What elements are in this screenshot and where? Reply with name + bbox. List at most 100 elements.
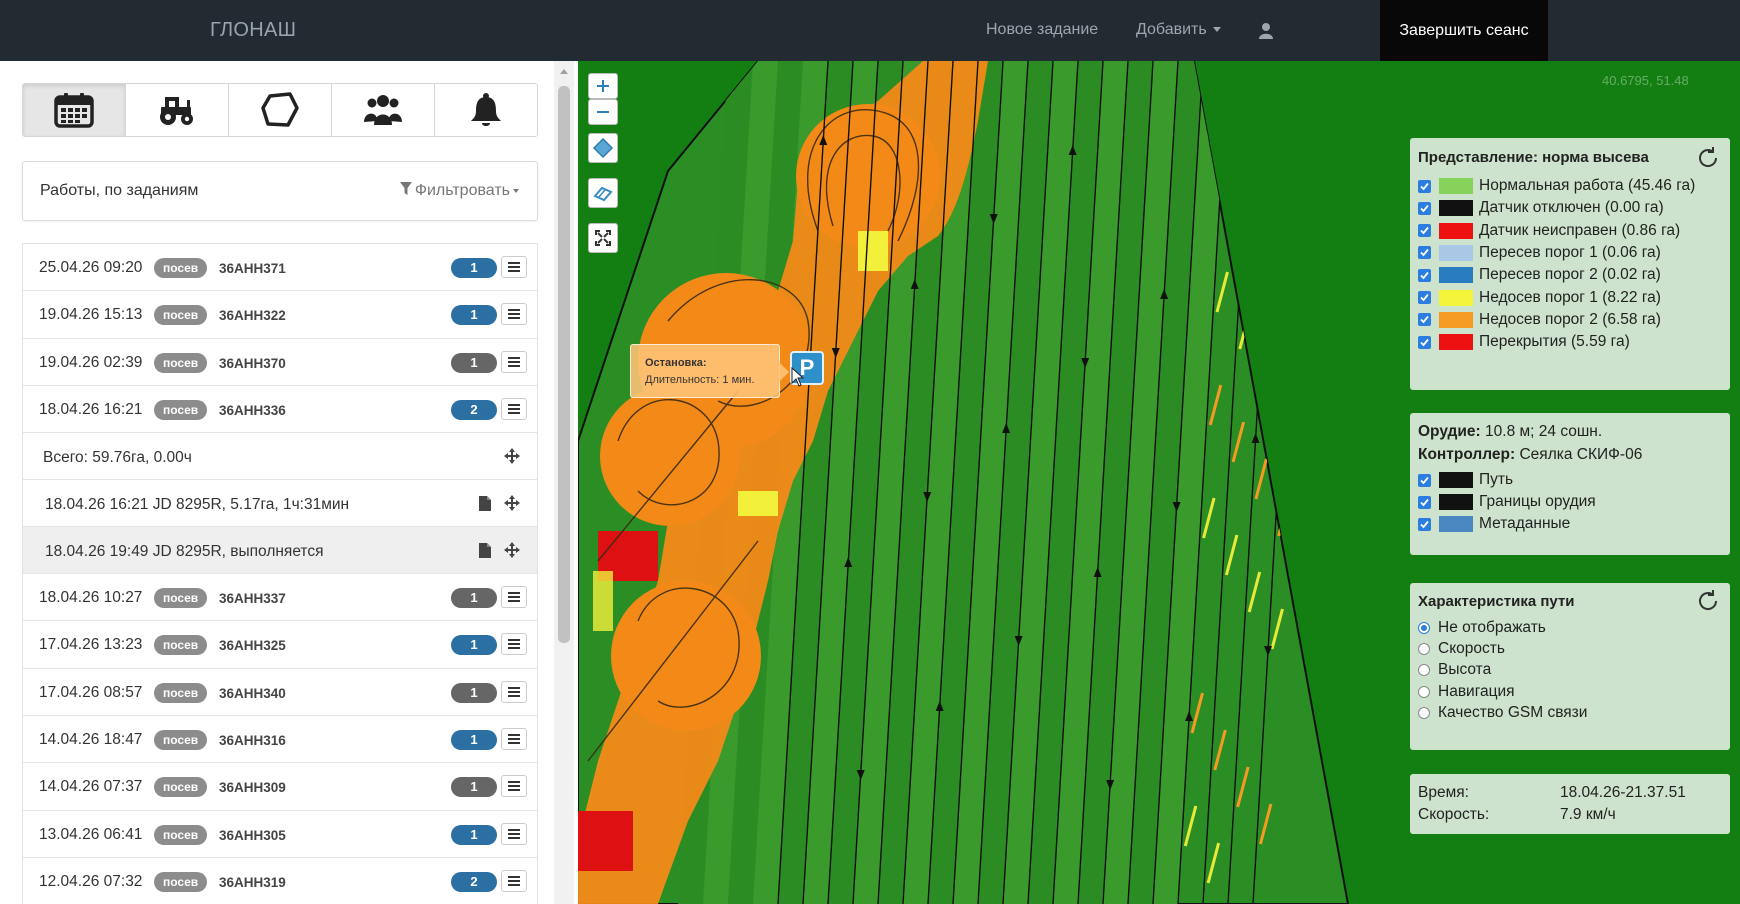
tab-notifications[interactable] (435, 84, 537, 136)
legend-item[interactable]: Недосев порог 2 (6.58 га) (1418, 309, 1661, 331)
session-row[interactable]: 18.04.26 16:21 JD 8295R, 5.17га, 1ч:31ми… (23, 480, 537, 528)
new-task-link[interactable]: Новое задание (986, 21, 1098, 39)
row-menu-button[interactable] (501, 775, 527, 798)
menu-icon (508, 875, 520, 886)
scroll-thumb[interactable] (558, 86, 570, 643)
plus-icon (597, 80, 609, 92)
work-row[interactable]: 18.04.26 10:27 посев 36АНН337 1 (23, 574, 537, 622)
user-icon[interactable] (1258, 22, 1274, 45)
filter-button[interactable]: Фильтровать (399, 182, 519, 200)
move-icon (504, 448, 520, 465)
row-menu-button[interactable] (501, 869, 527, 892)
legend-checkbox[interactable] (1418, 335, 1431, 349)
path-option[interactable]: Высота (1418, 659, 1491, 681)
row-menu-button[interactable] (501, 350, 527, 373)
work-code: 36АНН340 (219, 685, 286, 701)
work-row[interactable]: 13.04.26 06:41 посев 36АНН305 1 (23, 810, 537, 858)
legend-refresh-button[interactable] (1696, 146, 1720, 175)
work-date: 17.04.26 08:57 (39, 683, 143, 701)
row-menu-button[interactable] (501, 633, 527, 656)
legend-item[interactable]: Нормальная работа (45.46 га) (1418, 175, 1695, 197)
layer-checkbox[interactable] (1418, 517, 1431, 531)
legend-swatch (1439, 222, 1473, 239)
row-menu-button[interactable] (501, 586, 527, 609)
row-menu-button[interactable] (501, 680, 527, 703)
work-code: 36АНН322 (219, 308, 286, 324)
row-menu-button[interactable] (501, 303, 527, 326)
session-row[interactable]: 18.04.26 19:49 JD 8295R, выполняется (23, 527, 537, 575)
legend-item[interactable]: Перекрытия (5.59 га) (1418, 331, 1630, 353)
work-row[interactable]: 19.04.26 15:13 посев 36АНН322 1 (23, 291, 537, 339)
path-radio[interactable] (1418, 685, 1430, 698)
work-row[interactable]: 14.04.26 18:47 посев 36АНН316 1 (23, 716, 537, 764)
legend-item[interactable]: Датчик отключен (0.00 га) (1418, 197, 1664, 219)
legend-checkbox[interactable] (1418, 179, 1431, 193)
legend-checkbox[interactable] (1418, 224, 1431, 238)
tab-fields[interactable] (229, 84, 332, 136)
path-option[interactable]: Качество GSM связи (1418, 702, 1587, 724)
legend-item[interactable]: Датчик неисправен (0.86 га) (1418, 220, 1680, 242)
legend-checkbox[interactable] (1418, 268, 1431, 282)
path-radio[interactable] (1418, 643, 1430, 656)
sidebar-scrollbar[interactable] (554, 61, 574, 904)
work-count-badge: 1 (451, 258, 497, 278)
zoom-out-button[interactable] (588, 99, 618, 125)
tab-vehicles[interactable] (126, 84, 229, 136)
menu-icon (508, 403, 520, 414)
work-row[interactable]: 14.04.26 07:37 посев 36АНН309 1 (23, 763, 537, 811)
tool-layer-item[interactable]: Путь (1418, 469, 1513, 491)
path-radio[interactable] (1418, 664, 1430, 677)
layers-button[interactable] (588, 133, 618, 163)
path-radio[interactable] (1418, 706, 1430, 719)
tool-layer-item[interactable]: Метаданные (1418, 513, 1570, 535)
map-view[interactable]: 40.6795, 51.48 Остановка: Длительность: … (578, 61, 1740, 904)
tab-users[interactable] (332, 84, 435, 136)
row-menu-button[interactable] (501, 256, 527, 278)
layer-checkbox[interactable] (1418, 495, 1431, 509)
session-report-button[interactable] (479, 496, 491, 516)
work-row[interactable]: 12.04.26 07:32 посев 36АНН319 2 (23, 857, 537, 904)
legend-item[interactable]: Недосев порог 1 (8.22 га) (1418, 287, 1661, 309)
legend-checkbox[interactable] (1418, 313, 1431, 327)
work-row[interactable]: 25.04.26 09:20 посев 36АНН371 1 (23, 244, 537, 292)
legend-panel: Представление: норма высева Нормальная р… (1410, 138, 1730, 390)
logout-button[interactable]: Завершить сеанс (1380, 0, 1548, 61)
zoom-in-button[interactable] (588, 73, 618, 99)
tab-calendar[interactable] (23, 84, 126, 136)
legend-label: Датчик неисправен (0.86 га) (1479, 221, 1681, 239)
satellite-button[interactable] (588, 178, 618, 208)
work-type-badge: посев (154, 352, 208, 373)
legend-swatch (1439, 267, 1473, 284)
expanded-total: Всего: 59.76га, 0.00ч (43, 449, 192, 467)
layer-label: Путь (1479, 471, 1514, 488)
scroll-up-arrow-icon[interactable] (560, 69, 568, 74)
filter-panel: Работы, по заданиям Фильтровать (22, 161, 538, 221)
work-row[interactable]: 19.04.26 02:39 посев 36АНН370 1 (23, 338, 537, 386)
legend-item[interactable]: Пересев порог 2 (0.02 га) (1418, 264, 1661, 286)
session-report-button[interactable] (479, 543, 491, 563)
fullscreen-icon (595, 230, 611, 246)
add-dropdown[interactable]: Добавить (1136, 21, 1221, 39)
path-refresh-button[interactable] (1696, 589, 1720, 618)
legend-item[interactable]: Пересев порог 1 (0.06 га) (1418, 242, 1661, 264)
legend-checkbox[interactable] (1418, 246, 1431, 260)
tool-layer-item[interactable]: Границы орудия (1418, 491, 1596, 513)
legend-checkbox[interactable] (1418, 291, 1431, 304)
work-row[interactable]: 18.04.26 16:21 посев 36АНН336 2 (23, 385, 537, 434)
session-move-button[interactable] (504, 542, 520, 563)
work-row[interactable]: 17.04.26 08:57 посев 36АНН340 1 (23, 668, 537, 717)
row-menu-button[interactable] (501, 728, 527, 751)
legend-checkbox[interactable] (1418, 201, 1431, 215)
layer-checkbox[interactable] (1418, 473, 1431, 487)
brand-logo[interactable]: ГЛОНАШ (210, 19, 296, 42)
path-radio[interactable] (1418, 622, 1430, 634)
work-row[interactable]: 17.04.26 13:23 посев 36АНН325 1 (23, 621, 537, 669)
total-move-button[interactable] (504, 448, 520, 469)
path-option[interactable]: Навигация (1418, 681, 1515, 703)
session-move-button[interactable] (504, 495, 520, 516)
path-option[interactable]: Скорость (1418, 638, 1505, 660)
row-menu-button[interactable] (501, 822, 527, 845)
row-menu-button[interactable] (501, 397, 527, 420)
fullscreen-button[interactable] (588, 223, 618, 253)
path-option[interactable]: Не отображать (1418, 617, 1546, 639)
